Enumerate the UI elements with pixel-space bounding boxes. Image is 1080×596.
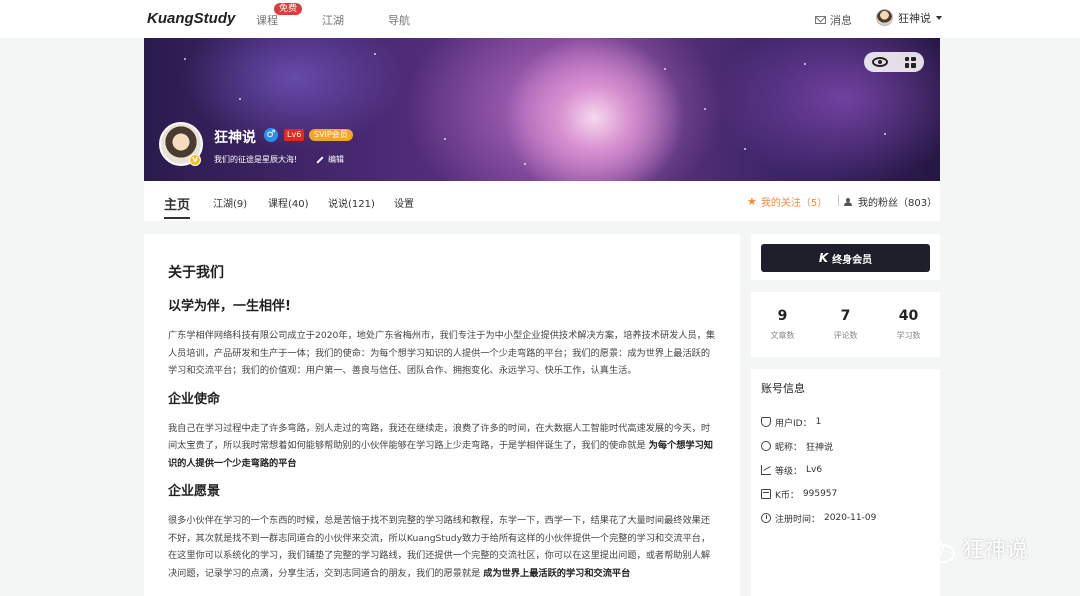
site-logo[interactable]: KuangStudy	[147, 10, 235, 27]
stat-comments[interactable]: 7 评论数	[821, 308, 871, 357]
account-row-register-date: 注册时间： 2020-11-09	[761, 506, 930, 530]
stats-card: 9 文章数 7 评论数 40 学习数	[751, 292, 940, 357]
people-icon	[844, 197, 854, 206]
tab-home[interactable]: 主页	[164, 194, 190, 213]
account-value: 狂神说	[806, 442, 834, 453]
stat-learning[interactable]: 40 学习数	[884, 308, 934, 357]
vip-button-label: 终身会员	[832, 254, 873, 266]
watermark: 狂神说	[918, 532, 1028, 564]
verified-badge: V	[189, 154, 201, 166]
avatar	[876, 9, 893, 26]
account-label: K币：	[775, 490, 799, 501]
pencil-icon	[316, 155, 324, 164]
nav-link-jianghu[interactable]: 江湖	[322, 12, 344, 28]
fans-link[interactable]: 我的粉丝（803）	[844, 194, 937, 209]
account-row-level: 等级： Lv6	[761, 458, 930, 482]
stat-label: 文章数	[770, 331, 795, 340]
account-label: 注册时间：	[775, 514, 821, 525]
vision-title: 企业愿景	[168, 484, 221, 499]
following-link[interactable]: ★ 我的关注（5）	[747, 194, 827, 209]
article-title: 关于我们	[168, 265, 224, 281]
tab-courses[interactable]: 课程(40)	[268, 195, 309, 210]
stat-label: 评论数	[833, 331, 858, 340]
mission-paragraph: 我自己在学习过程中走了许多弯路，别人走过的弯路，我还在继续走，浪费了许多的时间，…	[168, 420, 716, 473]
lifetime-vip-button[interactable]: K 终身会员	[761, 244, 930, 272]
stat-value: 9	[777, 308, 788, 324]
caret-down-icon	[936, 15, 942, 20]
stat-articles[interactable]: 9 文章数	[758, 308, 808, 357]
top-navbar: KuangStudy 课程 免费 江湖 导航 消息 狂神说	[0, 0, 1080, 38]
chart-line-icon	[761, 465, 771, 475]
account-value: 2020-11-09	[824, 513, 877, 523]
star-icon: ★	[747, 195, 757, 208]
nav-link-courses[interactable]: 课程	[256, 12, 278, 28]
user-menu[interactable]: 狂神说	[876, 9, 942, 26]
svip-badge: SVIP会员	[309, 129, 353, 141]
eye-icon[interactable]	[872, 57, 889, 67]
nav-link-navigation[interactable]: 导航	[388, 12, 410, 28]
user-name: 狂神说	[898, 11, 931, 25]
vision-paragraph: 很多小伙伴在学习的一个东西的时候，总是苦恼于找不到完整的学习路线和教程，东学一下…	[168, 512, 716, 582]
stat-label: 学习数	[896, 331, 921, 340]
profile-motto: 我们的征途是星辰大海!	[214, 155, 298, 164]
account-title: 账号信息	[761, 382, 805, 395]
following-label: 我的关注（5）	[760, 198, 828, 209]
profile-tabs: 主页 江湖(9) 课程(40) 说说(121) 设置 ★ 我的关注（5） 我的粉…	[144, 181, 940, 221]
edit-label: 编辑	[328, 155, 344, 164]
vision-bold: 成为世界上最活跃的学习和交流平台	[483, 567, 631, 579]
level-badge: Lv6	[284, 129, 305, 141]
messages-label: 消息	[830, 14, 852, 27]
active-tab-indicator	[164, 217, 190, 219]
article-intro: 广东学相伴网络科技有限公司成立于2020年，地处广东省梅州市，我们专注于为中小型…	[168, 330, 716, 376]
vip-card: K 终身会员	[751, 234, 940, 280]
account-row-user-id: 用户ID： 1	[761, 410, 930, 434]
fans-label: 我的粉丝（803）	[858, 198, 938, 209]
profile-name: 狂神说	[214, 130, 256, 146]
shield-icon	[761, 417, 771, 427]
about-article: 关于我们 以学为伴，一生相伴! 广东学相伴网络科技有限公司成立于2020年，地处…	[144, 234, 740, 596]
account-value: 1	[815, 417, 822, 427]
tab-settings[interactable]: 设置	[394, 195, 414, 210]
k-logo-icon: K	[818, 251, 829, 265]
stat-value: 7	[840, 308, 851, 324]
tab-posts[interactable]: 说说(121)	[328, 195, 375, 210]
account-row-nickname: 昵称： 狂神说	[761, 434, 930, 458]
account-value: 995957	[802, 489, 838, 499]
mission-title: 企业使命	[168, 391, 221, 407]
account-info-card: 账号信息 用户ID： 1 昵称： 狂神说 等级： Lv6 K币： 995957 注册时间…	[751, 369, 940, 596]
account-label: 等级：	[775, 466, 803, 477]
tab-jianghu[interactable]: 江湖(9)	[213, 195, 247, 210]
stat-value: 40	[898, 308, 919, 324]
profile-banner: V 狂神说 ♂ Lv6 SVIP会员 我们的征途是星辰大海! 编辑	[144, 38, 940, 181]
account-label: 用户ID：	[775, 418, 812, 429]
banner-toolbar	[864, 52, 924, 72]
article-subtitle: 以学为伴，一生相伴!	[168, 299, 291, 314]
male-icon: ♂	[264, 128, 278, 142]
free-badge: 免费	[274, 3, 303, 15]
account-label: 昵称：	[775, 442, 803, 453]
clock-icon	[761, 513, 771, 523]
wechat-icon	[918, 535, 955, 563]
watermark-text: 狂神说	[962, 538, 1029, 563]
edit-profile-button[interactable]: 编辑	[316, 154, 344, 165]
mission-text: 我自己在学习过程中走了许多弯路，别人走过的弯路，我还在继续走，浪费了许多的时间，…	[168, 422, 711, 452]
envelope-icon	[815, 16, 826, 24]
divider	[838, 195, 839, 206]
messages-link[interactable]: 消息	[815, 12, 852, 28]
user-icon	[761, 441, 771, 451]
card-icon	[761, 489, 771, 499]
account-value: Lv6	[806, 465, 823, 475]
account-row-coins: K币： 995957	[761, 482, 930, 506]
grid-icon[interactable]	[904, 56, 916, 68]
